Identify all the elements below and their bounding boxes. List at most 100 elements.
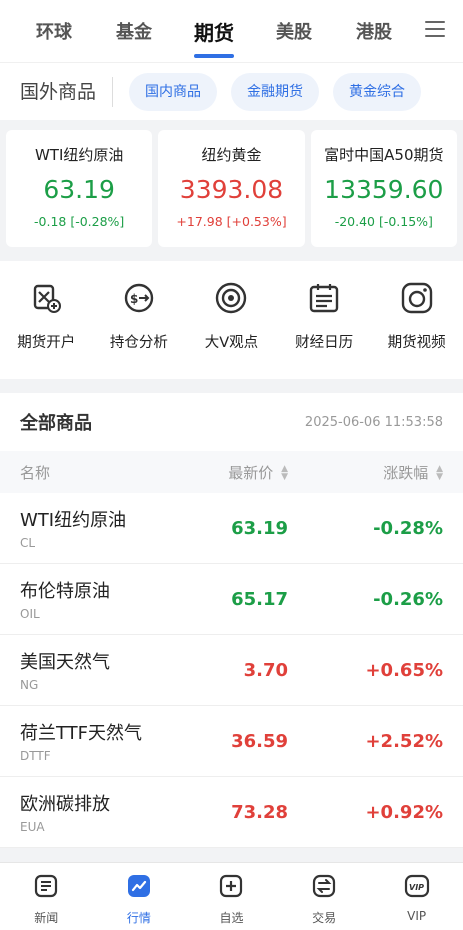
update-timestamp: 2025-06-06 11:53:58 — [304, 414, 443, 430]
row-name-cell: 美国天然气 NG — [20, 648, 178, 692]
account-open-icon — [34, 284, 62, 313]
index-card[interactable]: 富时中国A50期货 13359.60 -20.40 [-0.15%] — [310, 130, 457, 247]
commodity-price: 63.19 — [231, 517, 288, 539]
nav-news[interactable]: 新闻 — [0, 863, 93, 930]
tab-us-stocks[interactable]: 美股 — [254, 18, 334, 44]
news-icon — [35, 874, 58, 898]
commodity-price: 73.28 — [231, 801, 288, 823]
shortcut-account-open[interactable]: 期货开户 — [0, 281, 93, 379]
commodity-name: 布伦特原油 — [20, 581, 110, 602]
list-row[interactable]: 荷兰TTF天然气 DTTF 36.59 +2.52% — [0, 706, 463, 777]
nav-watchlist[interactable]: 自选 — [185, 863, 278, 930]
shortcut-label: 财经日历 — [295, 335, 354, 351]
nav-market[interactable]: 行情 — [93, 863, 186, 930]
sub-tab-current[interactable]: 国外商品 — [20, 76, 114, 107]
position-analysis-icon: $ — [124, 283, 154, 313]
vip-icon: VIP — [404, 874, 429, 898]
tab-futures[interactable]: 期货 — [174, 17, 254, 58]
index-card[interactable]: WTI纽约原油 63.19 -0.18 [-0.28%] — [6, 130, 153, 247]
nav-vip[interactable]: VIP VIP — [370, 863, 463, 930]
chip-financial-futures[interactable]: 金融期货 — [231, 72, 320, 111]
shortcut-video[interactable]: 期货视频 — [370, 281, 463, 379]
index-card-name: 富时中国A50期货 — [324, 146, 444, 164]
chip-domestic-commodities[interactable]: 国内商品 — [129, 72, 218, 111]
list-row[interactable]: 美国天然气 NG 3.70 +0.65% — [0, 635, 463, 706]
index-card-change: +17.98 [+0.53%] — [176, 214, 287, 229]
watchlist-add-icon — [220, 874, 243, 898]
column-change-label: 涨跌幅 — [383, 463, 429, 482]
column-change-sort[interactable]: 涨跌幅 ▲ ▼ — [288, 462, 443, 483]
tab-global[interactable]: 环球 — [14, 18, 94, 44]
nav-label: 自选 — [219, 911, 244, 925]
menu-icon[interactable] — [425, 21, 445, 39]
commodity-code: NG — [20, 678, 39, 692]
column-header: 名称 最新价 ▲ ▼ 涨跌幅 ▲ ▼ — [0, 451, 463, 493]
shortcut-label: 期货视频 — [387, 335, 446, 351]
commodity-price: 3.70 — [243, 659, 288, 681]
index-card-price: 13359.60 — [324, 175, 444, 204]
column-name: 名称 — [20, 463, 51, 482]
bottom-nav: 新闻 行情 自选 交易 VIP VIP — [0, 862, 463, 930]
tab-hk-stocks[interactable]: 港股 — [334, 18, 414, 44]
shortcut-label: 期货开户 — [17, 335, 76, 351]
shortcut-opinion[interactable]: 大V观点 — [185, 281, 278, 379]
row-name-cell: 欧洲碳排放 EUA — [20, 790, 178, 834]
nav-label: 新闻 — [34, 911, 59, 925]
row-name-cell: 布伦特原油 OIL — [20, 577, 178, 621]
commodity-change: +0.65% — [365, 659, 443, 681]
index-card-name: WTI纽约原油 — [34, 146, 124, 164]
list-header: 全部商品 2025-06-06 11:53:58 — [0, 393, 463, 451]
index-card[interactable]: 纽约黄金 3393.08 +17.98 [+0.53%] — [158, 130, 305, 247]
list-row[interactable]: 欧洲碳排放 EUA 73.28 +0.92% — [0, 777, 463, 848]
row-name-cell: 荷兰TTF天然气 DTTF — [20, 719, 178, 763]
sub-tab-bar: 国外商品 国内商品 金融期货 黄金综合 — [0, 62, 463, 120]
index-card-change: -0.18 [-0.28%] — [34, 214, 125, 229]
commodity-name: WTI纽约原油 — [20, 510, 127, 531]
commodity-code: EUA — [20, 820, 45, 834]
commodity-price: 65.17 — [231, 588, 288, 610]
chip-gold[interactable]: 黄金综合 — [333, 72, 422, 111]
commodity-change: +0.92% — [365, 801, 443, 823]
commodity-change: -0.28% — [373, 517, 443, 539]
opinion-icon — [216, 282, 247, 314]
shortcut-position-analysis[interactable]: $ 持仓分析 — [93, 281, 186, 379]
nav-label: 交易 — [312, 911, 337, 925]
commodity-code: DTTF — [20, 749, 51, 763]
index-card-price: 63.19 — [43, 175, 115, 204]
commodity-change: +2.52% — [365, 730, 443, 752]
nav-trade[interactable]: 交易 — [278, 863, 371, 930]
shortcut-label: 持仓分析 — [109, 335, 168, 351]
shortcut-calendar[interactable]: 财经日历 — [278, 281, 371, 379]
video-icon — [401, 282, 432, 314]
list-title: 全部商品 — [20, 413, 92, 434]
commodity-change: -0.26% — [373, 588, 443, 610]
trade-icon — [312, 874, 336, 898]
market-icon — [127, 875, 150, 897]
nav-label: 行情 — [126, 911, 151, 925]
index-card-price: 3393.08 — [179, 175, 284, 204]
commodity-name: 欧洲碳排放 — [20, 794, 110, 815]
commodity-name: 美国天然气 — [20, 652, 110, 673]
list-row[interactable]: WTI纽约原油 CL 63.19 -0.28% — [0, 493, 463, 564]
svg-text:VIP: VIP — [409, 883, 424, 892]
column-price-label: 最新价 — [228, 463, 274, 482]
shortcut-bar: 期货开户 $ 持仓分析 大V观点 财经日历 期货视频 — [0, 261, 463, 379]
commodity-code: CL — [20, 536, 36, 550]
sort-icon: ▲ ▼ — [281, 464, 288, 482]
index-card-change: -20.40 [-0.15%] — [334, 214, 433, 229]
index-cards: WTI纽约原油 63.19 -0.18 [-0.28%] 纽约黄金 3393.0… — [0, 120, 463, 261]
list-row[interactable]: 布伦特原油 OIL 65.17 -0.26% — [0, 564, 463, 635]
tab-fund[interactable]: 基金 — [94, 18, 174, 44]
shortcut-label: 大V观点 — [204, 335, 259, 351]
row-name-cell: WTI纽约原油 CL — [20, 506, 178, 550]
commodity-list: 全部商品 2025-06-06 11:53:58 名称 最新价 ▲ ▼ 涨跌幅 ▲… — [0, 393, 463, 848]
commodity-code: OIL — [20, 607, 40, 621]
index-card-name: 纽约黄金 — [201, 146, 262, 164]
svg-text:$: $ — [130, 292, 138, 306]
nav-label: VIP — [407, 909, 427, 923]
sort-icon: ▲ ▼ — [436, 464, 443, 482]
calendar-icon — [309, 284, 339, 313]
commodity-price: 36.59 — [231, 730, 288, 752]
top-tab-bar: 环球 基金 期货 美股 港股 — [0, 0, 463, 62]
column-price-sort[interactable]: 最新价 ▲ ▼ — [178, 462, 288, 483]
